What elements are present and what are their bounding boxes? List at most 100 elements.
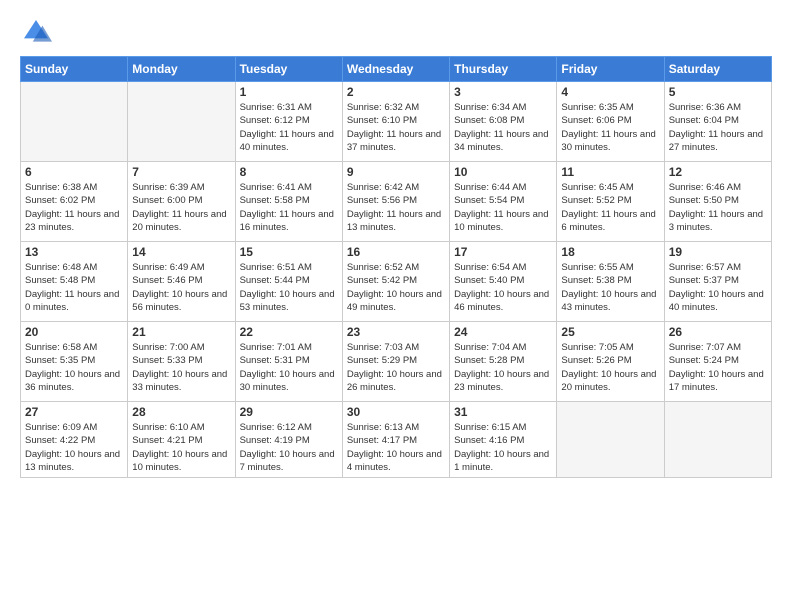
day-info: Sunrise: 6:36 AM Sunset: 6:04 PM Dayligh… (669, 101, 767, 154)
calendar-cell: 10 Sunrise: 6:44 AM Sunset: 5:54 PM Dayli… (450, 162, 557, 242)
day-number: 22 (240, 325, 338, 339)
day-number: 1 (240, 85, 338, 99)
calendar-week-row: 1 Sunrise: 6:31 AM Sunset: 6:12 PM Daylig… (21, 82, 772, 162)
calendar-cell: 4 Sunrise: 6:35 AM Sunset: 6:06 PM Daylig… (557, 82, 664, 162)
day-number: 10 (454, 165, 552, 179)
day-number: 9 (347, 165, 445, 179)
calendar-week-row: 20 Sunrise: 6:58 AM Sunset: 5:35 PM Dayli… (21, 322, 772, 402)
calendar-cell: 26 Sunrise: 7:07 AM Sunset: 5:24 PM Dayli… (664, 322, 771, 402)
calendar-cell: 19 Sunrise: 6:57 AM Sunset: 5:37 PM Dayli… (664, 242, 771, 322)
day-info: Sunrise: 6:42 AM Sunset: 5:56 PM Dayligh… (347, 181, 445, 234)
day-number: 24 (454, 325, 552, 339)
calendar-cell: 23 Sunrise: 7:03 AM Sunset: 5:29 PM Dayli… (342, 322, 449, 402)
calendar-cell (664, 402, 771, 478)
logo-icon (20, 16, 52, 48)
day-number: 4 (561, 85, 659, 99)
calendar-cell: 11 Sunrise: 6:45 AM Sunset: 5:52 PM Dayli… (557, 162, 664, 242)
day-info: Sunrise: 6:45 AM Sunset: 5:52 PM Dayligh… (561, 181, 659, 234)
day-number: 8 (240, 165, 338, 179)
day-info: Sunrise: 6:12 AM Sunset: 4:19 PM Dayligh… (240, 421, 338, 474)
weekday-header: Sunday (21, 57, 128, 82)
day-number: 15 (240, 245, 338, 259)
day-number: 6 (25, 165, 123, 179)
calendar-cell: 31Sunrise: 6:15 AM Sunset: 4:16 PM Dayli… (450, 402, 557, 478)
weekday-header: Friday (557, 57, 664, 82)
day-info: Sunrise: 6:48 AM Sunset: 5:48 PM Dayligh… (25, 261, 123, 314)
day-number: 7 (132, 165, 230, 179)
day-info: Sunrise: 6:54 AM Sunset: 5:40 PM Dayligh… (454, 261, 552, 314)
calendar-cell: 24 Sunrise: 7:04 AM Sunset: 5:28 PM Dayli… (450, 322, 557, 402)
day-info: Sunrise: 6:39 AM Sunset: 6:00 PM Dayligh… (132, 181, 230, 234)
calendar-cell: 17 Sunrise: 6:54 AM Sunset: 5:40 PM Dayli… (450, 242, 557, 322)
calendar-cell (128, 82, 235, 162)
day-info: Sunrise: 7:00 AM Sunset: 5:33 PM Dayligh… (132, 341, 230, 394)
day-number: 16 (347, 245, 445, 259)
calendar-cell: 13 Sunrise: 6:48 AM Sunset: 5:48 PM Dayli… (21, 242, 128, 322)
calendar-cell: 5 Sunrise: 6:36 AM Sunset: 6:04 PM Daylig… (664, 82, 771, 162)
calendar-cell: 6 Sunrise: 6:38 AM Sunset: 6:02 PM Daylig… (21, 162, 128, 242)
calendar-cell: 21Sunrise: 7:00 AM Sunset: 5:33 PM Dayli… (128, 322, 235, 402)
day-number: 20 (25, 325, 123, 339)
day-info: Sunrise: 6:35 AM Sunset: 6:06 PM Dayligh… (561, 101, 659, 154)
weekday-header-row: SundayMondayTuesdayWednesdayThursdayFrid… (21, 57, 772, 82)
day-info: Sunrise: 6:31 AM Sunset: 6:12 PM Dayligh… (240, 101, 338, 154)
weekday-header: Tuesday (235, 57, 342, 82)
day-info: Sunrise: 6:13 AM Sunset: 4:17 PM Dayligh… (347, 421, 445, 474)
day-info: Sunrise: 7:07 AM Sunset: 5:24 PM Dayligh… (669, 341, 767, 394)
calendar-cell: 30 Sunrise: 6:13 AM Sunset: 4:17 PM Dayli… (342, 402, 449, 478)
day-info: Sunrise: 6:57 AM Sunset: 5:37 PM Dayligh… (669, 261, 767, 314)
day-info: Sunrise: 7:01 AM Sunset: 5:31 PM Dayligh… (240, 341, 338, 394)
page: SundayMondayTuesdayWednesdayThursdayFrid… (0, 0, 792, 488)
day-number: 17 (454, 245, 552, 259)
day-number: 30 (347, 405, 445, 419)
calendar-cell: 16Sunrise: 6:52 AM Sunset: 5:42 PM Dayli… (342, 242, 449, 322)
calendar-table: SundayMondayTuesdayWednesdayThursdayFrid… (20, 56, 772, 478)
day-info: Sunrise: 6:58 AM Sunset: 5:35 PM Dayligh… (25, 341, 123, 394)
logo (20, 16, 56, 48)
day-info: Sunrise: 6:46 AM Sunset: 5:50 PM Dayligh… (669, 181, 767, 234)
day-number: 28 (132, 405, 230, 419)
header (20, 16, 772, 48)
calendar-cell: 7 Sunrise: 6:39 AM Sunset: 6:00 PM Daylig… (128, 162, 235, 242)
day-info: Sunrise: 7:03 AM Sunset: 5:29 PM Dayligh… (347, 341, 445, 394)
day-info: Sunrise: 6:15 AM Sunset: 4:16 PM Dayligh… (454, 421, 552, 474)
calendar-cell: 29 Sunrise: 6:12 AM Sunset: 4:19 PM Dayli… (235, 402, 342, 478)
calendar-cell: 9 Sunrise: 6:42 AM Sunset: 5:56 PM Daylig… (342, 162, 449, 242)
calendar-week-row: 13 Sunrise: 6:48 AM Sunset: 5:48 PM Dayli… (21, 242, 772, 322)
calendar-cell: 18Sunrise: 6:55 AM Sunset: 5:38 PM Dayli… (557, 242, 664, 322)
day-number: 3 (454, 85, 552, 99)
calendar-cell: 20 Sunrise: 6:58 AM Sunset: 5:35 PM Dayli… (21, 322, 128, 402)
day-number: 26 (669, 325, 767, 339)
day-number: 27 (25, 405, 123, 419)
day-number: 13 (25, 245, 123, 259)
calendar-cell (21, 82, 128, 162)
weekday-header: Thursday (450, 57, 557, 82)
day-number: 5 (669, 85, 767, 99)
calendar-cell (557, 402, 664, 478)
weekday-header: Monday (128, 57, 235, 82)
calendar-cell: 15 Sunrise: 6:51 AM Sunset: 5:44 PM Dayli… (235, 242, 342, 322)
calendar-cell: 22 Sunrise: 7:01 AM Sunset: 5:31 PM Dayli… (235, 322, 342, 402)
calendar-cell: 1 Sunrise: 6:31 AM Sunset: 6:12 PM Daylig… (235, 82, 342, 162)
calendar-week-row: 27 Sunrise: 6:09 AM Sunset: 4:22 PM Dayli… (21, 402, 772, 478)
day-number: 23 (347, 325, 445, 339)
day-info: Sunrise: 6:32 AM Sunset: 6:10 PM Dayligh… (347, 101, 445, 154)
day-info: Sunrise: 6:51 AM Sunset: 5:44 PM Dayligh… (240, 261, 338, 314)
day-info: Sunrise: 7:05 AM Sunset: 5:26 PM Dayligh… (561, 341, 659, 394)
weekday-header: Saturday (664, 57, 771, 82)
day-number: 2 (347, 85, 445, 99)
day-number: 29 (240, 405, 338, 419)
day-info: Sunrise: 6:38 AM Sunset: 6:02 PM Dayligh… (25, 181, 123, 234)
day-info: Sunrise: 6:44 AM Sunset: 5:54 PM Dayligh… (454, 181, 552, 234)
day-info: Sunrise: 6:10 AM Sunset: 4:21 PM Dayligh… (132, 421, 230, 474)
calendar-cell: 2 Sunrise: 6:32 AM Sunset: 6:10 PM Daylig… (342, 82, 449, 162)
calendar-cell: 28 Sunrise: 6:10 AM Sunset: 4:21 PM Dayli… (128, 402, 235, 478)
day-info: Sunrise: 7:04 AM Sunset: 5:28 PM Dayligh… (454, 341, 552, 394)
day-info: Sunrise: 6:09 AM Sunset: 4:22 PM Dayligh… (25, 421, 123, 474)
calendar-week-row: 6 Sunrise: 6:38 AM Sunset: 6:02 PM Daylig… (21, 162, 772, 242)
day-number: 25 (561, 325, 659, 339)
day-info: Sunrise: 6:55 AM Sunset: 5:38 PM Dayligh… (561, 261, 659, 314)
day-number: 11 (561, 165, 659, 179)
calendar-cell: 27 Sunrise: 6:09 AM Sunset: 4:22 PM Dayli… (21, 402, 128, 478)
day-number: 19 (669, 245, 767, 259)
